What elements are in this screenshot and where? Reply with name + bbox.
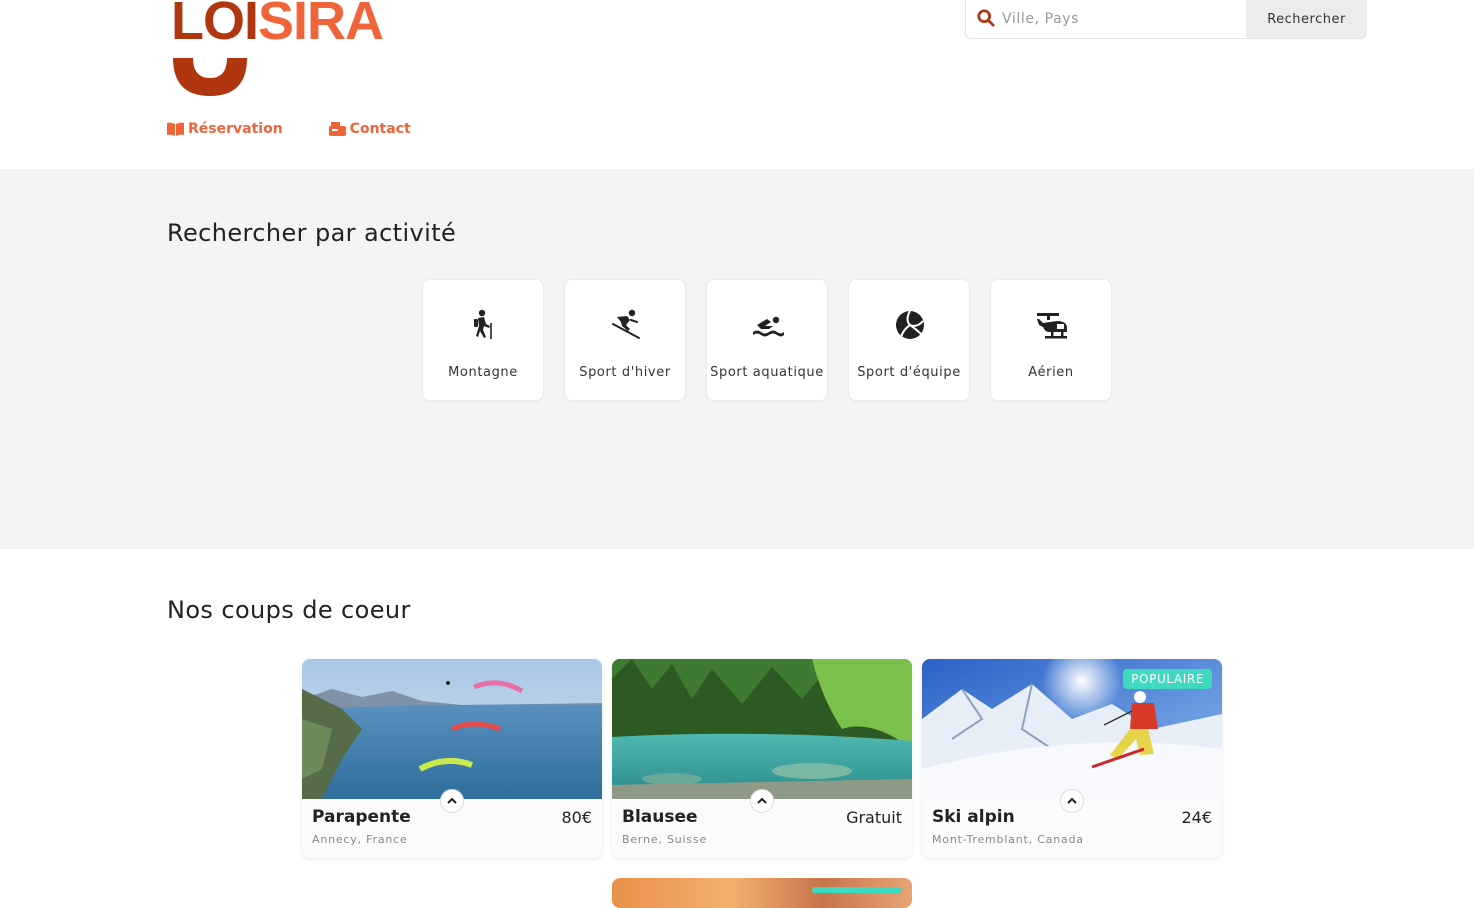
loisira-logo[interactable]: LOISIRA <box>167 0 417 100</box>
activity-label: Sport d'équipe <box>857 365 961 380</box>
activities-list: Montagne Sport d'hiver Sport aquatique S… <box>422 279 1112 401</box>
favorites-list: Parapente 80€ Annecy, France Blausee Gra… <box>302 659 1222 858</box>
activity-label: Sport d'hiver <box>579 365 671 380</box>
activities-section: Rechercher par activité Montagne Sport d… <box>0 169 1474 549</box>
expand-toggle[interactable] <box>750 789 774 813</box>
favorite-card-parapente[interactable]: Parapente 80€ Annecy, France <box>302 659 602 858</box>
nav-item-reservation[interactable]: Réservation <box>167 121 283 137</box>
activity-label: Montagne <box>448 365 518 380</box>
logo-part-i: I <box>244 0 259 51</box>
activities-title: Rechercher par activité <box>167 219 457 247</box>
favorite-name: Blausee <box>622 807 698 827</box>
logo-part-orange: SIRA <box>258 0 384 51</box>
main-nav: Réservation Contact <box>167 121 411 137</box>
hiking-icon <box>474 309 492 339</box>
favorite-card-partial[interactable] <box>612 878 912 908</box>
badge-strip <box>812 887 902 893</box>
activity-card-sport-equipe[interactable]: Sport d'équipe <box>848 279 970 401</box>
favorite-location: Mont-Tremblant, Canada <box>932 833 1084 846</box>
favorite-location: Berne, Suisse <box>622 833 708 846</box>
search-bar: Rechercher <box>965 0 1367 39</box>
book-open-icon <box>167 122 184 136</box>
helicopter-icon <box>1037 313 1067 339</box>
smile-icon <box>173 58 247 96</box>
nav-item-contact[interactable]: Contact <box>328 121 411 137</box>
site-header: LOISIRA Rechercher Réservation <box>0 0 1474 169</box>
activity-card-aerien[interactable]: Aérien <box>990 279 1112 401</box>
parapente-image <box>302 659 602 799</box>
search-button[interactable]: Rechercher <box>1246 0 1367 38</box>
popular-badge: POPULAIRE <box>1123 669 1212 689</box>
favorite-price: 24€ <box>1181 808 1212 827</box>
favorite-price: Gratuit <box>846 808 902 827</box>
chevron-up-icon <box>447 797 457 804</box>
activity-label: Aérien <box>1028 365 1074 380</box>
volleyball-icon <box>896 310 924 339</box>
skiing-icon <box>612 309 640 339</box>
chevron-up-icon <box>1067 797 1077 804</box>
logo-wordmark: LOISIRA <box>171 0 384 51</box>
favorite-name: Parapente <box>312 807 411 827</box>
favorite-name: Ski alpin <box>932 807 1015 827</box>
expand-toggle[interactable] <box>440 789 464 813</box>
favorite-card-ski-alpin[interactable]: POPULAIRE Ski alpin 24€ Mont-Tremblant, … <box>922 659 1222 858</box>
favorite-price: 80€ <box>561 808 592 827</box>
nav-item-label: Contact <box>349 121 411 137</box>
favorites-title: Nos coups de coeur <box>167 596 411 624</box>
activity-label: Sport aquatique <box>710 365 824 380</box>
search-icon <box>977 9 995 27</box>
ski-alpin-image: POPULAIRE <box>922 659 1222 799</box>
activity-card-sport-aquatique[interactable]: Sport aquatique <box>706 279 828 401</box>
activity-card-montagne[interactable]: Montagne <box>422 279 544 401</box>
activity-card-sport-hiver[interactable]: Sport d'hiver <box>564 279 686 401</box>
search-input[interactable] <box>1002 0 1242 38</box>
mailbox-icon <box>328 122 346 136</box>
swimmer-icon <box>753 316 784 337</box>
expand-toggle[interactable] <box>1060 789 1084 813</box>
chevron-up-icon <box>757 797 767 804</box>
favorite-location: Annecy, France <box>312 833 408 846</box>
logo-part-dark: LO <box>171 0 245 51</box>
nav-item-label: Réservation <box>188 121 283 137</box>
favorite-card-blausee[interactable]: Blausee Gratuit Berne, Suisse <box>612 659 912 858</box>
blausee-image <box>612 659 912 799</box>
